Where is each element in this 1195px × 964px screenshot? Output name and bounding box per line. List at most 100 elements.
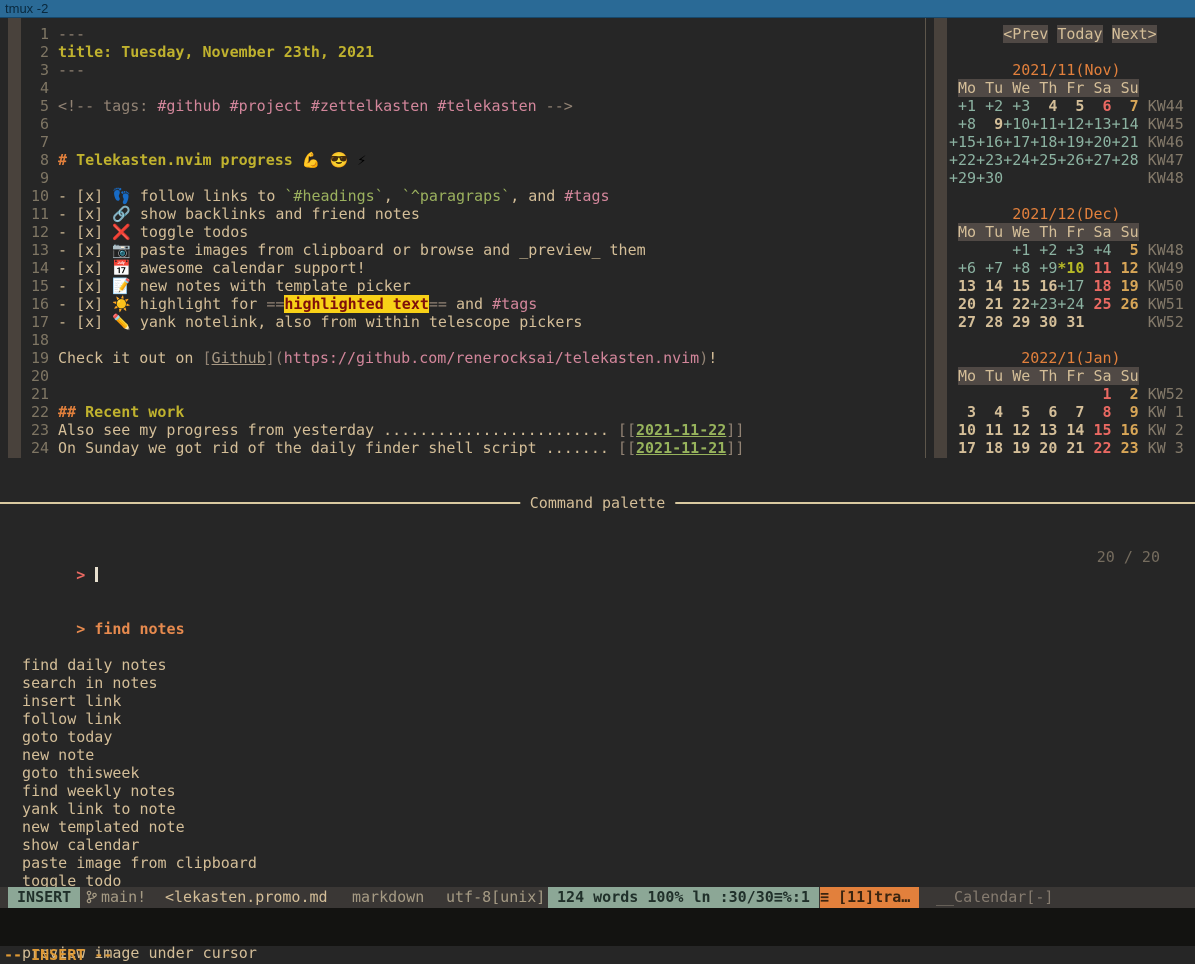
calendar-day[interactable]: 12 — [1112, 259, 1139, 277]
calendar-day[interactable]: +30 — [976, 169, 1003, 187]
calendar-day[interactable]: +23 — [1030, 295, 1057, 313]
calendar-day[interactable]: +2 — [976, 97, 1003, 115]
palette-item[interactable]: goto today — [0, 728, 1195, 746]
editor-token-tag[interactable]: #github — [157, 97, 220, 115]
palette-item[interactable]: find daily notes — [0, 656, 1195, 674]
calendar-day[interactable]: +7 — [976, 259, 1003, 277]
palette-item[interactable]: insert link — [0, 692, 1195, 710]
palette-item[interactable]: paste image from clipboard — [0, 854, 1195, 872]
calendar-day[interactable]: +20 — [1084, 133, 1111, 151]
calendar-day[interactable]: 20 — [949, 295, 976, 313]
calendar-day[interactable]: 13 — [949, 277, 976, 295]
calendar-day[interactable]: 13 — [1030, 421, 1057, 439]
editor-token-tag[interactable]: #telekasten — [437, 97, 536, 115]
calendar-day[interactable]: 7 — [1112, 97, 1139, 115]
palette-item[interactable]: new note — [0, 746, 1195, 764]
palette-selected-item[interactable]: > find notes — [0, 602, 1195, 620]
calendar-day[interactable]: 29 — [1003, 313, 1030, 331]
calendar-day[interactable]: +29 — [949, 169, 976, 187]
editor-token-date[interactable]: 2021-11-22 — [636, 421, 726, 439]
calendar-day[interactable]: +24 — [1003, 151, 1030, 169]
calendar-day[interactable]: +19 — [1057, 133, 1084, 151]
calendar-day[interactable]: 8 — [1084, 403, 1111, 421]
calendar-day[interactable]: +9 — [1030, 259, 1057, 277]
calendar-day[interactable]: 28 — [976, 313, 1003, 331]
palette-item[interactable]: search in notes — [0, 674, 1195, 692]
calendar-day[interactable]: 5 — [1003, 403, 1030, 421]
palette-item[interactable]: find weekly notes — [0, 782, 1195, 800]
calendar-day[interactable]: 9 — [976, 115, 1003, 133]
calendar-day[interactable]: *10 — [1057, 259, 1084, 277]
calendar-day[interactable]: +25 — [1030, 151, 1057, 169]
calendar-day[interactable]: 21 — [1057, 439, 1084, 457]
calendar-day[interactable]: 21 — [976, 295, 1003, 313]
command-line[interactable]: :lua require('telekasten').panel() — [0, 908, 1195, 927]
calendar-day[interactable]: 31 — [1057, 313, 1084, 331]
calendar-day[interactable]: 18 — [1084, 277, 1111, 295]
calendar-day[interactable]: 15 — [1084, 421, 1111, 439]
palette-prompt-row[interactable]: > 20 / 20 — [0, 548, 1195, 566]
calendar-day[interactable]: 19 — [1112, 277, 1139, 295]
prev-month-button[interactable]: <Prev — [1003, 25, 1048, 43]
calendar-day[interactable]: +21 — [1112, 133, 1139, 151]
calendar-day[interactable]: +12 — [1057, 115, 1084, 133]
calendar-day[interactable]: +1 — [1003, 241, 1030, 259]
palette-item[interactable]: yank link to note — [0, 800, 1195, 818]
calendar-day[interactable]: +17 — [1003, 133, 1030, 151]
calendar-day[interactable]: 6 — [1030, 403, 1057, 421]
calendar-day[interactable]: +28 — [1112, 151, 1139, 169]
editor-token-tag[interactable]: #project — [230, 97, 302, 115]
calendar-day[interactable]: 5 — [1112, 241, 1139, 259]
calendar-day[interactable]: 4 — [976, 403, 1003, 421]
calendar-day[interactable]: +17 — [1057, 277, 1084, 295]
calendar-day[interactable]: +15 — [949, 133, 976, 151]
calendar-day[interactable]: +11 — [1030, 115, 1057, 133]
calendar-day[interactable]: 22 — [1084, 439, 1111, 457]
calendar-day[interactable]: 22 — [1003, 295, 1030, 313]
calendar-day[interactable]: 25 — [1084, 295, 1111, 313]
calendar-day[interactable]: 16 — [1112, 421, 1139, 439]
calendar-day[interactable]: +8 — [949, 115, 976, 133]
calendar-day[interactable]: +24 — [1057, 295, 1084, 313]
calendar-day[interactable]: 5 — [1057, 97, 1084, 115]
calendar-day[interactable]: 17 — [949, 439, 976, 457]
calendar-day[interactable]: +2 — [1030, 241, 1057, 259]
editor-token-date[interactable]: 2021-11-21 — [636, 439, 726, 457]
calendar-day[interactable]: 14 — [976, 277, 1003, 295]
palette-item[interactable]: preview image under cursor — [0, 944, 1195, 962]
calendar-day[interactable]: 16 — [1030, 277, 1057, 295]
calendar-day[interactable]: 12 — [1003, 421, 1030, 439]
calendar-day[interactable]: 23 — [1112, 439, 1139, 457]
editor-token-tag[interactable]: #tags — [564, 187, 609, 205]
calendar-day[interactable]: +8 — [1003, 259, 1030, 277]
calendar-day[interactable]: 3 — [949, 403, 976, 421]
calendar-day[interactable]: 14 — [1057, 421, 1084, 439]
editor-token-link[interactable]: Github — [212, 349, 266, 367]
calendar-day[interactable]: 2 — [1112, 385, 1139, 403]
calendar-day[interactable]: +18 — [1030, 133, 1057, 151]
editor-token-tag[interactable]: #tags — [492, 295, 537, 313]
calendar-day[interactable]: 6 — [1084, 97, 1111, 115]
today-button[interactable]: Today — [1057, 25, 1102, 43]
next-month-button[interactable]: Next> — [1112, 25, 1157, 43]
tab-indicator[interactable]: ≡ [11]tra… — [820, 887, 919, 908]
palette-item[interactable]: follow link — [0, 710, 1195, 728]
calendar-day[interactable]: 10 — [949, 421, 976, 439]
calendar-day[interactable]: +23 — [976, 151, 1003, 169]
calendar-day[interactable]: 26 — [1112, 295, 1139, 313]
calendar-day[interactable]: 1 — [1084, 385, 1111, 403]
editor-token-tag[interactable]: #zettelkasten — [311, 97, 428, 115]
calendar-day[interactable]: +3 — [1003, 97, 1030, 115]
calendar-day[interactable]: +6 — [949, 259, 976, 277]
calendar-day[interactable]: 7 — [1057, 403, 1084, 421]
calendar-day[interactable]: 11 — [976, 421, 1003, 439]
calendar-day[interactable]: 9 — [1112, 403, 1139, 421]
calendar-day[interactable]: +14 — [1112, 115, 1139, 133]
calendar-day[interactable]: 18 — [976, 439, 1003, 457]
calendar-day[interactable]: +13 — [1084, 115, 1111, 133]
calendar-day[interactable]: +26 — [1057, 151, 1084, 169]
calendar-day[interactable]: 19 — [1003, 439, 1030, 457]
calendar-day[interactable]: +3 — [1057, 241, 1084, 259]
calendar-day[interactable]: +16 — [976, 133, 1003, 151]
calendar-day[interactable]: 30 — [1030, 313, 1057, 331]
